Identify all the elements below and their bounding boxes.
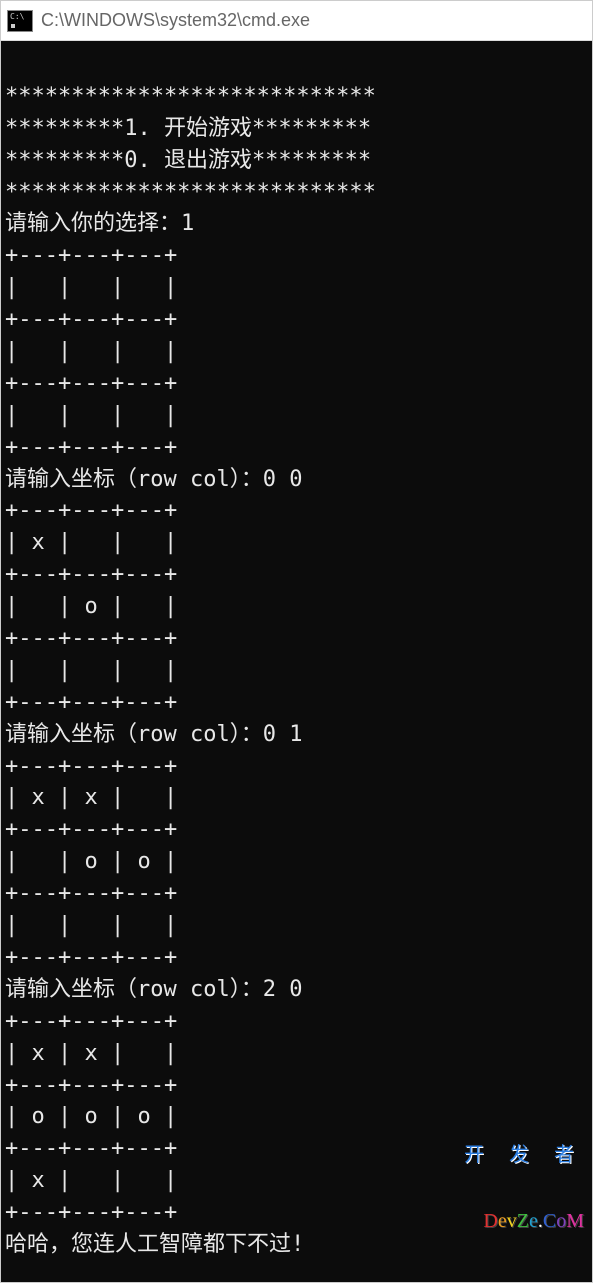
menu-option-0: *********0. 退出游戏*********	[5, 148, 371, 173]
coord-prompt-1: 请输入坐标（row col）：	[5, 467, 263, 492]
board2-row1: | | o | o |	[5, 849, 177, 874]
board0-row1: | | | |	[5, 339, 177, 364]
board0-sep: +---+---+---+	[5, 243, 177, 268]
board0-row0: | | | |	[5, 275, 177, 300]
coord-input-2[interactable]: 0 1	[263, 722, 303, 747]
board2-sep: +---+---+---+	[5, 817, 177, 842]
board1-row2: | | | |	[5, 658, 177, 683]
coord-input-1[interactable]: 0 0	[263, 467, 303, 492]
board3-row1: | o | o | o |	[5, 1104, 177, 1129]
board1-row0: | x | | |	[5, 530, 177, 555]
board3-row0: | x | x | |	[5, 1041, 177, 1066]
cmd-window: C:\WINDOWS\system32\cmd.exe ************…	[0, 0, 593, 1283]
board3-sep: +---+---+---+	[5, 1136, 177, 1161]
board3-sep: +---+---+---+	[5, 1200, 177, 1225]
board2-sep: +---+---+---+	[5, 881, 177, 906]
menu-option-1: *********1. 开始游戏*********	[5, 116, 371, 141]
board0-row2: | | | |	[5, 403, 177, 428]
board2-sep: +---+---+---+	[5, 945, 177, 970]
coord-input-3[interactable]: 2 0	[263, 977, 303, 1002]
board0-sep: +---+---+---+	[5, 371, 177, 396]
window-title: C:\WINDOWS\system32\cmd.exe	[41, 10, 310, 31]
board2-row2: | | | |	[5, 913, 177, 938]
board2-sep: +---+---+---+	[5, 754, 177, 779]
menu-choice-input[interactable]: 1	[181, 211, 194, 236]
board1-sep: +---+---+---+	[5, 690, 177, 715]
board2-row0: | x | x | |	[5, 785, 177, 810]
result-message: 哈哈，您连人工智障都下不过!	[5, 1232, 304, 1257]
board3-sep: +---+---+---+	[5, 1073, 177, 1098]
board1-sep: +---+---+---+	[5, 562, 177, 587]
watermark: 开 发 者 DevZe.CoM	[464, 1100, 584, 1276]
board1-sep: +---+---+---+	[5, 498, 177, 523]
console-output[interactable]: **************************** *********1.…	[1, 41, 592, 1282]
coord-prompt-3: 请输入坐标（row col）：	[5, 977, 263, 1002]
board3-row2: | x | | |	[5, 1168, 177, 1193]
board0-sep: +---+---+---+	[5, 307, 177, 332]
board1-sep: +---+---+---+	[5, 626, 177, 651]
board3-sep: +---+---+---+	[5, 1009, 177, 1034]
titlebar[interactable]: C:\WINDOWS\system32\cmd.exe	[1, 1, 592, 41]
board1-row1: | | o | |	[5, 594, 177, 619]
board0-sep: +---+---+---+	[5, 435, 177, 460]
menu-prompt: 请输入你的选择：	[5, 211, 181, 236]
watermark-line1: 开 发 者	[464, 1144, 584, 1166]
menu-border-bottom: ****************************	[5, 180, 376, 205]
coord-prompt-2: 请输入坐标（row col）：	[5, 722, 263, 747]
watermark-brand: DevZe.CoM	[464, 1210, 584, 1232]
menu-border-top: ****************************	[5, 84, 376, 109]
cmd-icon	[7, 10, 33, 32]
